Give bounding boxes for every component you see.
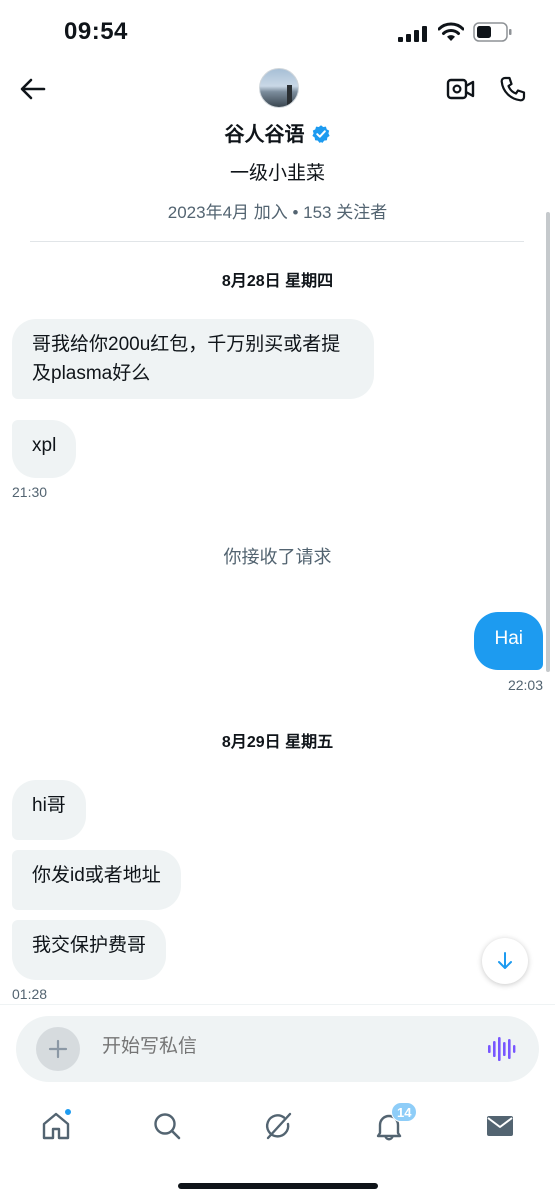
system-message: 你接收了请求 bbox=[223, 547, 332, 567]
header-divider bbox=[30, 241, 524, 242]
add-media-button[interactable] bbox=[36, 1027, 80, 1071]
phone-icon bbox=[500, 76, 526, 102]
nav-explore[interactable] bbox=[145, 1104, 189, 1148]
battery-icon bbox=[473, 22, 512, 42]
nav-messages[interactable] bbox=[478, 1104, 522, 1148]
message-timestamp: 21:30 bbox=[12, 484, 48, 500]
status-bar: 09:54 bbox=[0, 0, 555, 64]
composer-divider bbox=[0, 1004, 555, 1005]
profile-name-text: 谷人谷语 bbox=[224, 124, 305, 146]
cellular-signal-icon bbox=[398, 26, 427, 42]
profile-name[interactable]: 谷人谷语 bbox=[0, 118, 555, 147]
message-bubble-incoming[interactable]: hi哥 bbox=[12, 780, 86, 840]
grok-icon bbox=[265, 1112, 292, 1140]
message-input[interactable] bbox=[102, 1036, 462, 1058]
profile-meta: 2023年4月 加入 • 153 关注者 bbox=[167, 203, 388, 222]
message-bubble-incoming[interactable]: xpl bbox=[12, 420, 77, 478]
message-composer bbox=[16, 1016, 539, 1082]
wifi-icon bbox=[438, 22, 464, 41]
plus-icon bbox=[48, 1039, 68, 1059]
avatar[interactable] bbox=[259, 68, 299, 108]
scroll-to-bottom-button[interactable] bbox=[482, 938, 528, 984]
nav-notifications[interactable]: 14 bbox=[367, 1102, 418, 1148]
message-bubble-incoming[interactable]: 我交保护费哥 bbox=[12, 920, 167, 980]
bottom-navigation: 14 bbox=[0, 1096, 555, 1156]
avatar-image-detail bbox=[287, 85, 292, 107]
message-bubble-incoming[interactable]: 哥我给你200u红包，千万别买或者提及plasma好么 bbox=[12, 319, 374, 399]
message-bubble-incoming[interactable]: 你发id或者地址 bbox=[12, 850, 181, 910]
nav-home-indicator-dot bbox=[64, 1108, 72, 1116]
nav-grok[interactable] bbox=[256, 1104, 300, 1148]
nav-home[interactable] bbox=[34, 1104, 78, 1148]
voice-message-icon[interactable] bbox=[486, 1034, 516, 1064]
profile-bio: 一级小韭菜 bbox=[229, 163, 325, 184]
status-time: 09:54 bbox=[64, 18, 128, 45]
home-indicator[interactable] bbox=[178, 1183, 378, 1189]
arrow-left-icon bbox=[20, 78, 46, 100]
video-call-button[interactable] bbox=[444, 72, 478, 106]
date-separator: 8月29日 星期五 bbox=[221, 734, 334, 751]
message-timestamp: 22:03 bbox=[507, 677, 543, 693]
verified-badge-icon bbox=[311, 125, 330, 143]
back-button[interactable] bbox=[16, 72, 50, 106]
date-separator: 8月28日 星期四 bbox=[221, 273, 334, 290]
notification-count-badge: 14 bbox=[391, 1102, 418, 1122]
message-bubble-outgoing[interactable]: Hai bbox=[474, 612, 543, 670]
video-camera-icon bbox=[446, 78, 475, 100]
message-timestamp: 01:28 bbox=[12, 986, 48, 1002]
voice-call-button[interactable] bbox=[496, 72, 530, 106]
search-icon bbox=[154, 1113, 181, 1140]
arrow-down-icon bbox=[498, 952, 512, 969]
mail-icon bbox=[487, 1116, 513, 1136]
